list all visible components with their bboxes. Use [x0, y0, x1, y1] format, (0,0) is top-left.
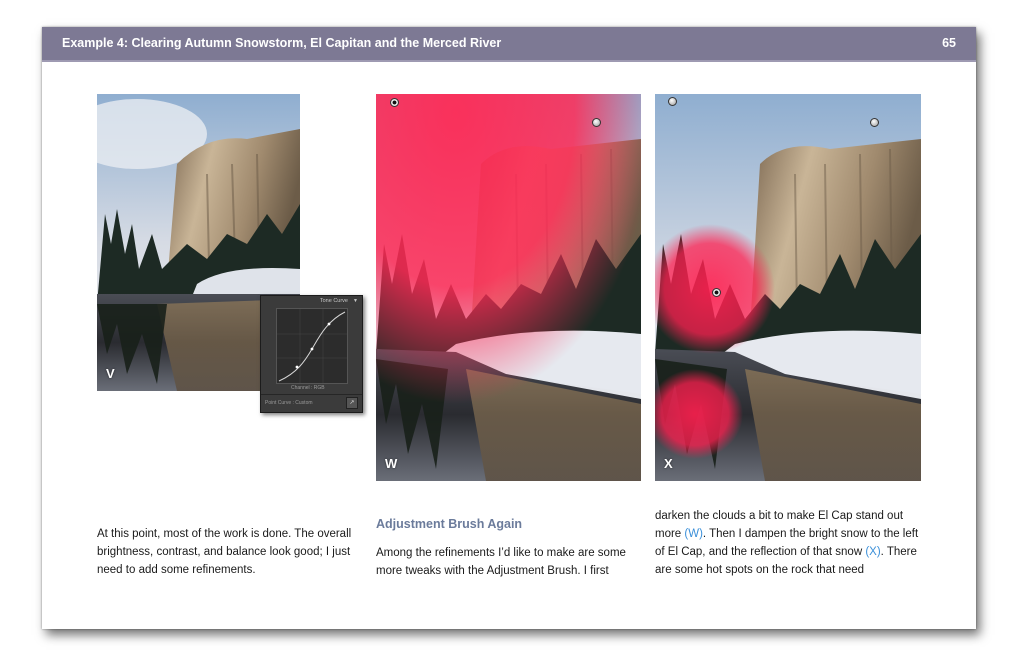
photo-w-label: W — [385, 456, 398, 471]
page-number: 65 — [942, 36, 956, 50]
tone-curve-title: Tone Curve — [319, 298, 348, 304]
column-2-text: Among the refinements I’d like to make a… — [376, 547, 626, 577]
point-curve-select[interactable]: Point Curve : Custom — [265, 400, 313, 406]
photo-w: W — [376, 94, 641, 481]
tone-divider — [261, 394, 362, 395]
brush-pin[interactable] — [592, 118, 601, 127]
page-title: Example 4: Clearing Autumn Snowstorm, El… — [62, 36, 502, 50]
tone-curve-graph[interactable] — [276, 308, 348, 384]
brush-pin[interactable] — [870, 118, 879, 127]
figure-ref-x[interactable]: (X) — [865, 546, 880, 558]
photo-x: X — [655, 94, 921, 481]
photo-v-label: V — [106, 366, 115, 381]
photo-x-label: X — [664, 456, 673, 471]
page-header: Example 4: Clearing Autumn Snowstorm, El… — [42, 27, 976, 60]
book-page: Example 4: Clearing Autumn Snowstorm, El… — [42, 27, 976, 629]
brush-pin[interactable] — [668, 97, 677, 106]
header-divider — [42, 60, 976, 62]
figure-ref-w[interactable]: (W) — [684, 528, 703, 540]
section-heading: Adjustment Brush Again — [376, 517, 523, 531]
triangle-down-icon[interactable]: ▼ — [353, 298, 358, 304]
column-1-text: At this point, most of the work is done.… — [97, 528, 352, 576]
brush-pin-selected[interactable] — [390, 98, 399, 107]
column-3-text: darken the clouds a bit to make El Cap s… — [655, 507, 925, 579]
tone-channel-label[interactable]: Channel : RGB — [291, 385, 325, 391]
target-adjust-icon[interactable]: ↗ — [346, 397, 358, 409]
tone-curve-panel[interactable]: Tone Curve ▼ Channel : RGB Point Curve :… — [260, 295, 363, 413]
brush-pin-selected[interactable] — [712, 288, 721, 297]
